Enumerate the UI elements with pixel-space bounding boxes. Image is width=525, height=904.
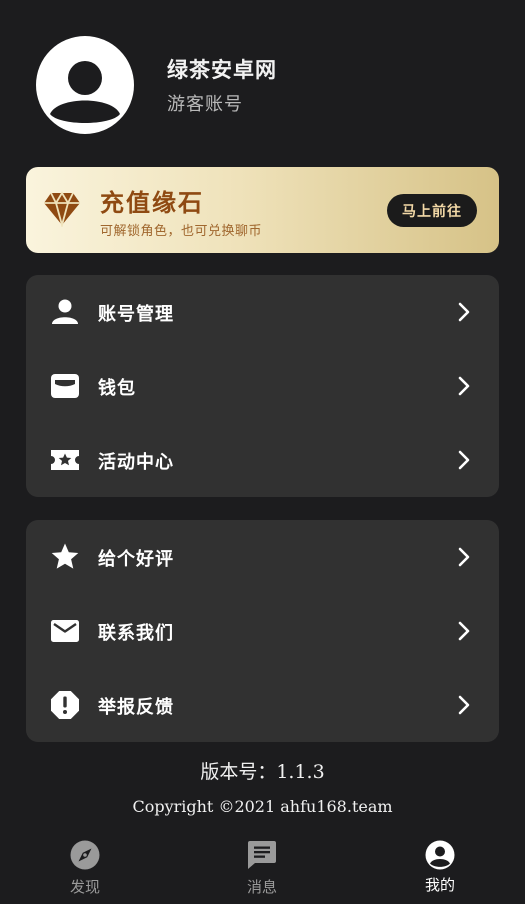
nav-label: 消息 [246,878,277,896]
menu-card-account: 账号管理 钱包 活动中心 [26,275,499,497]
menu-item-rate-app[interactable]: 给个好评 [26,520,499,594]
alert-icon [50,690,80,720]
menu-item-wallet[interactable]: 钱包 [26,349,499,423]
copyright-text: Copyright ©2021 ahfu168.team [132,797,393,816]
nav-label: 我的 [424,876,455,894]
diamond-icon [43,191,81,231]
user-avatar-icon[interactable] [36,36,134,134]
nav-tab-discover[interactable]: 发现 [35,840,135,900]
profile-text: 绿茶安卓网 游客账号 [167,54,277,116]
nav-label: 发现 [69,878,100,896]
chevron-right-icon [454,449,474,471]
menu-item-label: 账号管理 [98,304,174,325]
profile-header[interactable]: 绿茶安卓网 游客账号 [36,36,277,134]
account-type: 游客账号 [167,94,243,115]
app-version: 版本号：1.1.3 [200,761,325,783]
nav-tab-mine[interactable]: 我的 [390,840,490,900]
nav-tab-messages[interactable]: 消息 [212,840,312,900]
ticket-star-icon [50,445,80,475]
chevron-right-icon [454,375,474,397]
menu-item-label: 联系我们 [98,623,174,644]
menu-item-contact-us[interactable]: 联系我们 [26,594,499,668]
chevron-right-icon [454,301,474,323]
menu-item-activity-center[interactable]: 活动中心 [26,423,499,497]
account-circle-icon [425,840,455,870]
chevron-right-icon [454,546,474,568]
chevron-right-icon [454,694,474,716]
menu-card-support: 给个好评 联系我们 举报反馈 [26,520,499,742]
compass-icon [70,840,100,870]
menu-item-report-feedback[interactable]: 举报反馈 [26,668,499,742]
menu-item-label: 举报反馈 [98,697,174,718]
menu-item-label: 给个好评 [98,549,174,570]
wallet-icon [50,371,80,401]
menu-item-account-management[interactable]: 账号管理 [26,275,499,349]
recharge-banner[interactable]: 充值缘石 可解锁角色，也可兑换聊币 马上前往 [26,167,499,253]
recharge-subtitle: 可解锁角色，也可兑换聊币 [100,224,263,239]
person-icon [50,297,80,327]
bottom-nav: 发现 消息 我的 [0,830,525,904]
menu-item-label: 活动中心 [98,452,174,473]
go-now-button[interactable]: 马上前往 [387,194,477,227]
star-icon [50,542,80,572]
message-icon [247,840,277,870]
mail-icon [50,616,80,646]
recharge-title: 充值缘石 [100,189,204,217]
username: 绿茶安卓网 [167,58,277,82]
chevron-right-icon [454,620,474,642]
menu-item-label: 钱包 [98,378,136,399]
